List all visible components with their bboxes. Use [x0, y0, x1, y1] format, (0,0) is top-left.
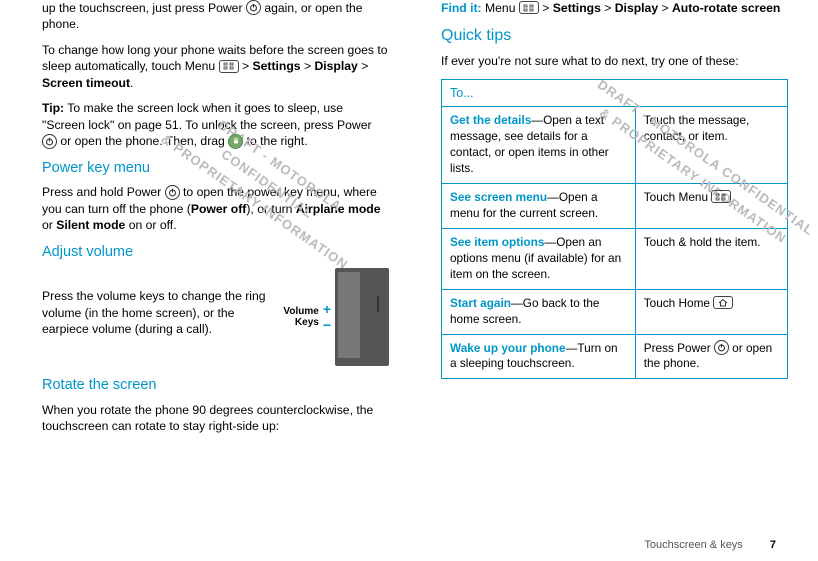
find-it-line: Find it: Menu > Settings > Display > Aut…: [441, 0, 788, 16]
menu-icon: [711, 190, 731, 203]
table-header-row: To...: [442, 79, 788, 107]
volume-keys-label: Volume Keys: [283, 306, 318, 328]
body-text: If ever you're not sure what to do next,…: [441, 53, 788, 69]
table-row: See screen menu—Open a menu for the curr…: [442, 184, 788, 229]
table-header: To...: [442, 79, 788, 107]
heading-power-key-menu: Power key menu: [42, 159, 389, 179]
right-column: Find it: Menu > Settings > Display > Aut…: [441, 0, 788, 444]
home-icon: [713, 296, 733, 309]
menu-icon: [219, 60, 239, 73]
tip-label: Tip:: [42, 101, 64, 115]
lock-drag-icon: [228, 134, 243, 149]
left-column: up the touchscreen, just press Power aga…: [42, 0, 389, 444]
find-it-label: Find it:: [441, 1, 482, 15]
body-text: Press the volume keys to change the ring…: [42, 288, 279, 337]
volume-figure: Press the volume keys to change the ring…: [42, 268, 389, 366]
body-text: To change how long your phone waits befo…: [42, 42, 389, 91]
power-icon: [714, 340, 729, 355]
body-text: Press and hold Power to open the power k…: [42, 184, 389, 233]
power-icon: [246, 0, 261, 15]
volume-indicator: + −: [323, 302, 331, 332]
table-row: Get the details—Open a text message, see…: [442, 107, 788, 184]
footer-section: Touchscreen & keys: [644, 539, 742, 551]
table-row: Start again—Go back to the home screen. …: [442, 289, 788, 334]
tip-text: Tip: To make the screen lock when it goe…: [42, 100, 389, 149]
heading-rotate-screen: Rotate the screen: [42, 376, 389, 396]
table-row: See item options—Open an options menu (i…: [442, 228, 788, 289]
page-number: 7: [770, 539, 776, 551]
body-text: When you rotate the phone 90 degrees cou…: [42, 402, 389, 435]
heading-adjust-volume: Adjust volume: [42, 243, 389, 263]
phone-illustration: [335, 268, 389, 366]
power-icon: [165, 185, 180, 200]
table-row: Wake up your phone—Turn on a sleeping to…: [442, 334, 788, 379]
quick-tips-table: To... Get the details—Open a text messag…: [441, 79, 788, 380]
plus-icon: +: [323, 302, 331, 316]
menu-icon: [519, 1, 539, 14]
power-icon: [42, 134, 57, 149]
minus-icon: −: [323, 318, 331, 332]
body-text: up the touchscreen, just press Power aga…: [42, 0, 389, 33]
heading-quick-tips: Quick tips: [441, 25, 788, 47]
page-footer: Touchscreen & keys 7: [644, 539, 776, 551]
